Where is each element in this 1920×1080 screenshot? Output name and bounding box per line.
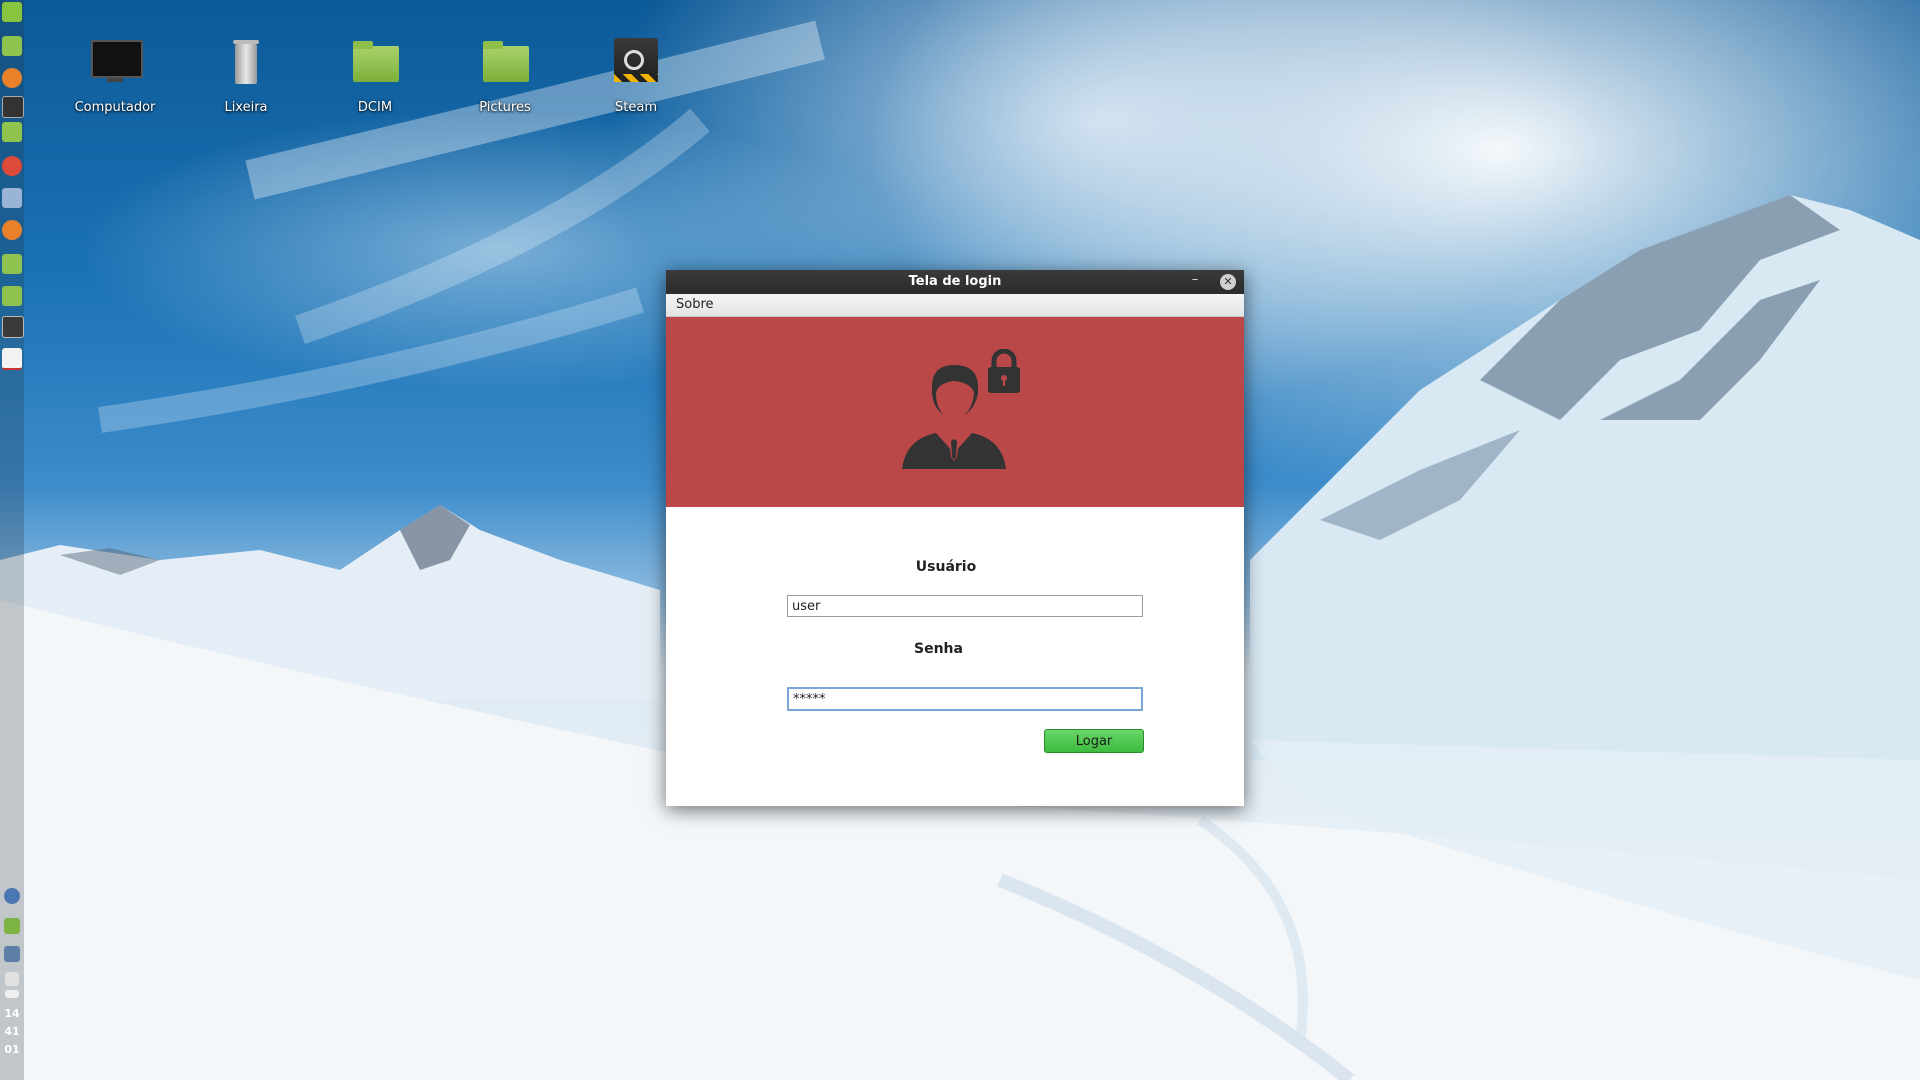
chrome-icon[interactable] <box>2 156 22 176</box>
bluetooth-icon[interactable] <box>4 888 20 904</box>
desktop-icon-label: Steam <box>615 100 657 115</box>
media-player-icon[interactable] <box>2 316 24 338</box>
close-button[interactable]: ✕ <box>1220 274 1236 290</box>
login-form: Usuário Senha Logar <box>666 507 1244 805</box>
virtualbox-icon[interactable] <box>2 188 22 208</box>
mint-menu-icon[interactable] <box>2 2 22 22</box>
files-icon[interactable] <box>2 122 22 142</box>
desktop-icon-dcim[interactable]: DCIM <box>320 36 430 115</box>
password-label: Senha <box>914 641 963 657</box>
clock-second[interactable]: 01 <box>2 1042 22 1058</box>
steam-icon <box>608 36 664 92</box>
minimize-button[interactable]: – <box>1186 270 1204 294</box>
login-window: Tela de login – ✕ Sobre Usuário Senha Lo… <box>666 270 1244 806</box>
desktop-icon-label: DCIM <box>357 100 393 115</box>
desktop-icon-computador[interactable]: Computador <box>60 36 170 115</box>
firefox-icon[interactable] <box>2 220 22 240</box>
firefox-icon[interactable] <box>2 68 22 88</box>
desktop-icon-pictures[interactable]: Pictures <box>450 36 560 115</box>
terminal-icon[interactable] <box>2 96 24 118</box>
user-lock-icon <box>902 349 1020 469</box>
update-shield-icon[interactable] <box>4 918 20 934</box>
desktop-icon-label: Pictures <box>479 100 531 115</box>
clock-minute[interactable]: 41 <box>2 1024 22 1040</box>
desktop-icon-lixeira[interactable]: Lixeira <box>191 36 301 115</box>
menu-item-sobre[interactable]: Sobre <box>676 297 714 312</box>
folder-icon[interactable] <box>2 254 22 274</box>
menu-bar: Sobre <box>666 294 1244 317</box>
trash-icon <box>218 36 274 92</box>
network-icon[interactable] <box>4 946 20 962</box>
password-input[interactable] <box>787 687 1143 711</box>
desktop-icon-label: Computador <box>74 100 156 115</box>
pen-icon[interactable] <box>5 990 19 998</box>
sound-icon[interactable] <box>5 972 19 986</box>
username-label: Usuário <box>915 559 977 575</box>
window-title: Tela de login <box>908 274 1002 289</box>
folder-icon[interactable] <box>2 286 22 306</box>
java-app-icon[interactable] <box>2 348 22 370</box>
login-banner <box>666 317 1244 507</box>
desktop-icon-label: Lixeira <box>224 100 268 115</box>
username-input[interactable] <box>787 595 1143 617</box>
monitor-icon <box>87 36 143 92</box>
clock-hour[interactable]: 14 <box>2 1006 22 1022</box>
desktop-icon[interactable] <box>2 36 22 56</box>
folder-icon <box>347 36 403 92</box>
login-button[interactable]: Logar <box>1044 729 1144 753</box>
window-titlebar[interactable]: Tela de login – ✕ <box>666 270 1244 294</box>
folder-icon <box>477 36 533 92</box>
desktop-icon-steam[interactable]: Steam <box>581 36 691 115</box>
left-panel: 14 41 01 <box>0 0 24 1080</box>
